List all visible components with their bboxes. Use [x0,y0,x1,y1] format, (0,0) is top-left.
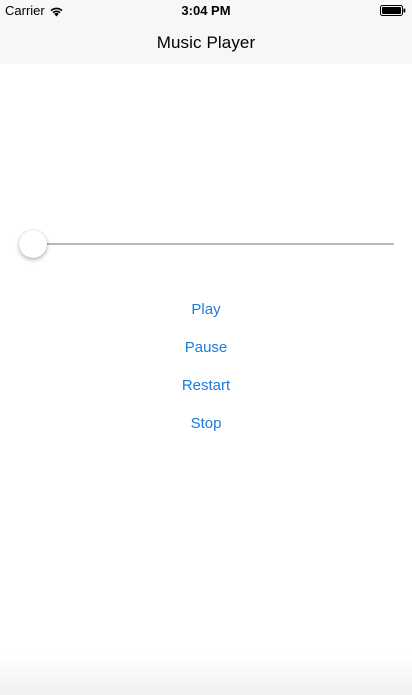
top-bar: Carrier 3:04 PM Music Player [0,0,412,64]
pause-button[interactable]: Pause [0,338,412,358]
restart-button[interactable]: Restart [0,376,412,396]
status-bar: Carrier 3:04 PM [0,0,412,22]
slider-track[interactable] [19,243,394,245]
music-player-screen: Carrier 3:04 PM Music Player Play Pause … [0,0,412,695]
stop-button[interactable]: Stop [0,414,412,434]
slider-thumb[interactable] [19,230,47,258]
playback-progress-slider[interactable] [19,228,394,258]
play-button[interactable]: Play [0,300,412,320]
status-time: 3:04 PM [181,3,231,18]
bottom-edge-shade [0,655,412,695]
battery-icon [380,5,406,16]
page-title: Music Player [156,33,256,52]
